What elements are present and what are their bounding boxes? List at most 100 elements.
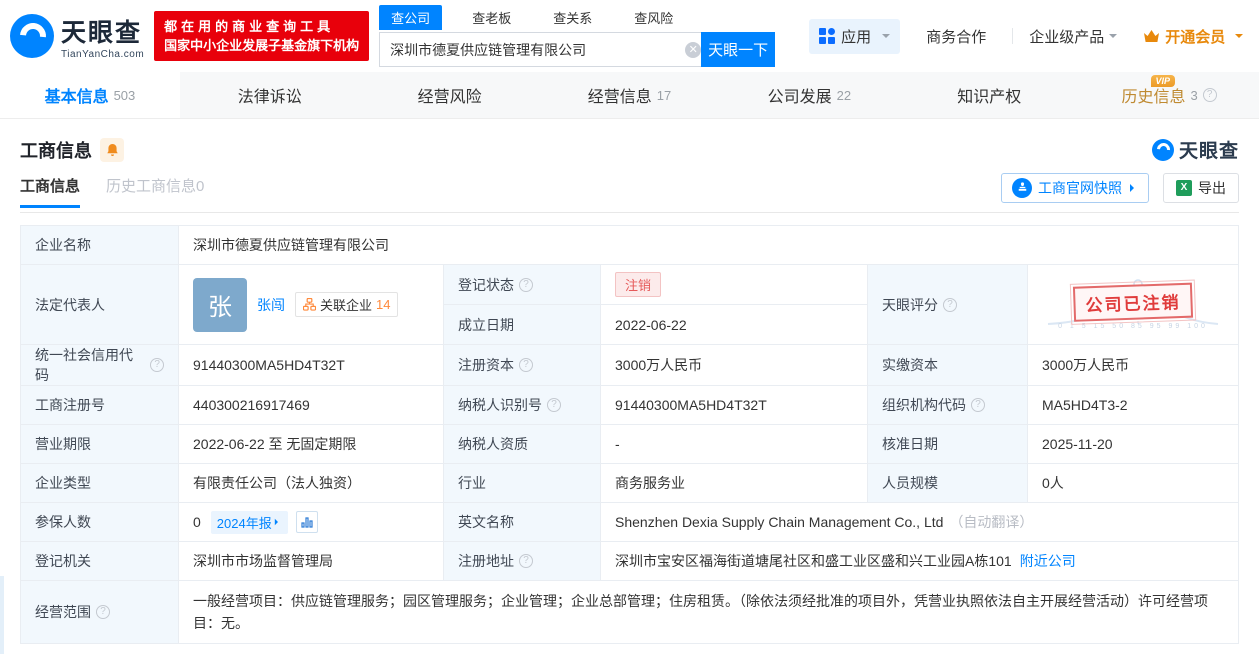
excel-icon: X	[1176, 179, 1192, 196]
approval-date-value: 2025-11-20	[1028, 425, 1238, 463]
official-snapshot-button[interactable]: 工商官网快照	[1001, 172, 1149, 203]
tab-history[interactable]: VIP 历史信息 3 ?	[1079, 72, 1259, 118]
vip-badge: VIP	[1150, 75, 1176, 87]
insured-label: 参保人数	[21, 503, 179, 541]
table-row: 企业类型 有限责任公司（法人独资） 行业 商务服务业 人员规模 0人	[21, 464, 1238, 503]
tab-legal[interactable]: 法律诉讼	[180, 72, 360, 118]
arrow-right-icon	[1130, 183, 1138, 192]
related-label: 关联企业	[320, 298, 373, 313]
subtab-business-info[interactable]: 工商信息	[20, 175, 81, 208]
bell-icon	[106, 143, 118, 156]
search-input[interactable]	[379, 32, 710, 67]
nav-cooperation[interactable]: 商务合作	[926, 26, 986, 47]
annual-report-label: 2024年报	[216, 515, 272, 531]
english-name-value: Shenzhen Dexia Supply Chain Management C…	[615, 514, 944, 530]
taxpayer-id-value: 91440300MA5HD4T32T	[601, 386, 868, 424]
search-tab-risk[interactable]: 查风险	[622, 5, 685, 30]
field-label: 注册资本	[458, 357, 514, 373]
established-label: 成立日期	[444, 305, 601, 344]
reg-capital-value: 3000万人民币	[601, 345, 868, 385]
search-tab-relation[interactable]: 查关系	[541, 5, 604, 30]
field-label: 经营范围	[35, 604, 91, 620]
help-icon[interactable]: ?	[1202, 88, 1217, 102]
auto-translate-note: （自动翻译）	[949, 514, 1034, 530]
tab-ip[interactable]: 知识产权	[899, 72, 1079, 118]
tab-count: 22	[836, 87, 852, 103]
company-name-value: 深圳市德夏供应链管理有限公司	[179, 226, 1238, 264]
promo-line1: 都在用的商业查询工具	[164, 19, 335, 34]
score-cell: 0 1 5 15 50 85 95 99 100 公司已注销	[1028, 265, 1238, 344]
score-axis-ticks: 0 1 5 15 50 85 95 99 100	[1058, 323, 1208, 330]
chevron-down-icon	[1109, 34, 1118, 42]
business-term-label: 营业期限	[21, 425, 179, 463]
address-value: 深圳市宝安区福海街道塘尾社区和盛工业区盛和兴工业园A栋101	[615, 553, 1012, 569]
credit-code-value: 91440300MA5HD4T32T	[179, 345, 444, 385]
help-icon[interactable]: ?	[971, 398, 985, 412]
table-row: 企业名称 深圳市德夏供应链管理有限公司	[21, 226, 1238, 265]
nav-separator	[1012, 28, 1014, 44]
top-header: 天眼查 TianYanCha.com 都在用的商业查询工具 国家中小企业发展子基…	[0, 0, 1259, 72]
table-row: 参保人数 0 2024年报 英文名称 Shenzhen Dexia Supply…	[21, 503, 1238, 542]
tab-operating-info[interactable]: 经营信息 17	[540, 72, 720, 118]
related-companies-tag[interactable]: 关联企业 14	[295, 292, 399, 317]
status-badge: 注销	[615, 272, 662, 297]
monitor-bell-button[interactable]	[100, 137, 124, 162]
legal-rep-name-link[interactable]: 张闯	[257, 295, 285, 315]
subtab-history-info[interactable]: 历史工商信息0	[106, 175, 204, 208]
company-tabbar: 基本信息 503 法律诉讼 经营风险 经营信息 17 公司发展 22 知识产权 …	[0, 72, 1259, 119]
help-icon[interactable]: ?	[96, 605, 110, 619]
status-value-cell: 注销	[601, 265, 867, 304]
help-icon[interactable]: ?	[519, 554, 533, 568]
help-icon[interactable]: ?	[150, 358, 164, 372]
company-type-value: 有限责任公司（法人独资）	[179, 464, 444, 502]
help-icon[interactable]: ?	[547, 398, 561, 412]
tab-basic-info[interactable]: 基本信息 503	[0, 72, 180, 118]
org-code-label-cell: 组织机构代码?	[868, 386, 1028, 424]
nav-apps-button[interactable]: 应用	[809, 18, 901, 54]
nav-enterprise[interactable]: 企业级产品	[1029, 26, 1118, 47]
help-icon[interactable]: ?	[943, 297, 957, 312]
scope-cell: 一般经营项目：供应链管理服务；园区管理服务；企业管理；企业总部管理；住房租赁。（…	[179, 581, 1238, 643]
insured-trend-button[interactable]	[295, 511, 318, 533]
field-label: 统一社会信用代码	[35, 347, 133, 383]
table-row: 工商注册号 440300216917469 纳税人识别号? 91440300MA…	[21, 386, 1238, 425]
english-name-cell: Shenzhen Dexia Supply Chain Management C…	[601, 503, 1238, 541]
export-button[interactable]: X 导出	[1163, 172, 1239, 203]
tab-development[interactable]: 公司发展 22	[719, 72, 899, 118]
chevron-down-icon	[1235, 34, 1244, 42]
nearby-companies-link[interactable]: 附近公司	[1020, 551, 1076, 571]
tab-count: 3	[1190, 87, 1198, 103]
table-row: 营业期限 2022-06-22 至 无固定期限 纳税人资质 - 核准日期 202…	[21, 425, 1238, 464]
nav-vip-button[interactable]: 开通会员	[1143, 26, 1244, 47]
field-label: 注册地址	[458, 553, 514, 569]
tab-count: 503	[113, 87, 136, 103]
insured-value: 0	[193, 514, 201, 530]
bar-chart-icon	[301, 516, 313, 528]
credit-code-label-cell: 统一社会信用代码?	[21, 345, 179, 385]
chevron-down-icon	[882, 34, 891, 42]
table-row: 统一社会信用代码? 91440300MA5HD4T32T 注册资本? 3000万…	[21, 345, 1238, 386]
help-icon[interactable]: ?	[519, 358, 533, 372]
watermark-text: 天眼查	[1178, 141, 1239, 162]
search-button[interactable]: 天眼一下	[701, 32, 776, 67]
legal-rep-avatar[interactable]: 张	[193, 277, 247, 332]
tab-label: 知识产权	[957, 89, 1022, 106]
tab-label: 公司发展	[767, 89, 832, 106]
stamp-icon	[1012, 177, 1032, 198]
search-tab-boss[interactable]: 查老板	[460, 5, 523, 30]
search-tab-company[interactable]: 查公司	[379, 5, 443, 30]
tab-operating-risk[interactable]: 经营风险	[360, 72, 540, 118]
annual-report-link[interactable]: 2024年报	[210, 510, 288, 534]
logo-title: 天眼查	[61, 18, 143, 47]
scope-label-cell: 经营范围?	[21, 581, 179, 643]
logo-domain: TianYanCha.com	[61, 48, 145, 60]
crown-icon	[1144, 29, 1160, 42]
search-area: 查公司 查老板 查关系 查风险 ✕ 天眼一下	[379, 5, 776, 67]
score-label-cell: 天眼评分 ?	[868, 265, 1028, 344]
help-icon[interactable]: ?	[519, 277, 533, 292]
staff-size-value: 0人	[1028, 464, 1238, 502]
arrow-right-icon	[274, 518, 281, 526]
address-label-cell: 注册地址?	[444, 542, 601, 580]
table-row: 法定代表人 张 张闯 关联企业 14 登记状态 ? 注销 成立日期 2022-0…	[21, 265, 1238, 345]
tianyancha-logo[interactable]: 天眼查 TianYanCha.com	[10, 13, 144, 60]
